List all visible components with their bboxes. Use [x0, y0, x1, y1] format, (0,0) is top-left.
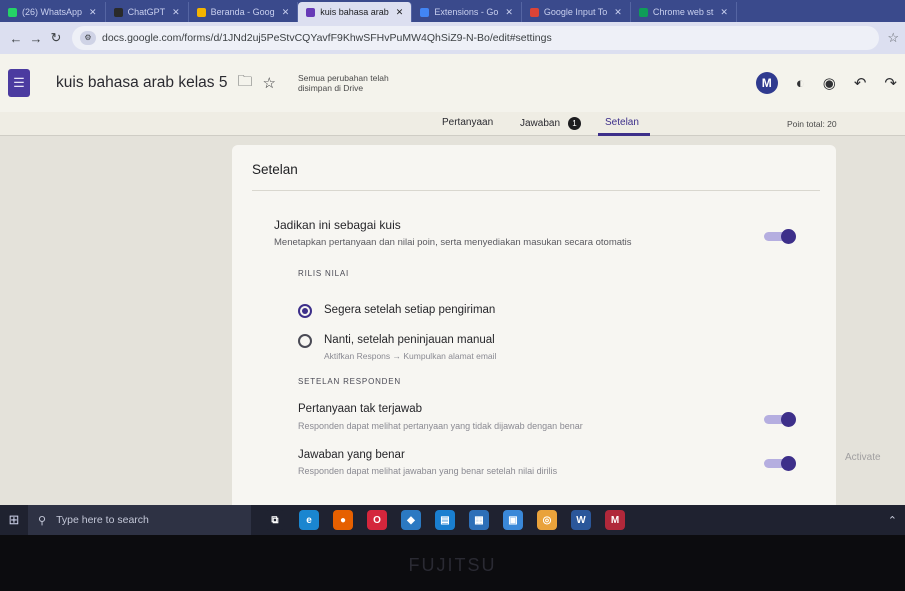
form-title[interactable]: kuis bahasa arab kelas 5: [56, 74, 227, 92]
tab-favicon-icon: [529, 7, 539, 17]
palette-icon[interactable]: ◐: [796, 75, 805, 92]
tab-settings-indicator: [598, 133, 650, 136]
browser-tab-label: Beranda - Goog: [210, 7, 275, 17]
respondent-section-heading: SETELAN RESPONDEN: [298, 377, 401, 386]
save-status-line2: disimpan di Drive: [297, 83, 364, 93]
quiz-toggle[interactable]: [764, 229, 796, 244]
save-status-line1: Semua perubahan telah: [297, 73, 389, 83]
screen: (26) WhatsApp ✕ ChatGPT ✕ Beranda - Goog ✕ kui…: [0, 0, 905, 535]
url-text: docs.google.com/forms/d/1JNd2uj5PeStvCQY…: [102, 32, 552, 44]
settings-title: Setelan: [252, 162, 298, 177]
browser-tab[interactable]: Extensions - Go ✕: [412, 2, 522, 22]
browser-tab-label: ChatGPT: [127, 7, 166, 17]
release-later-radio[interactable]: [298, 334, 312, 348]
save-status: Semua perubahan telah disimpan di Drive: [298, 73, 389, 93]
chrome-icon[interactable]: ◎: [537, 510, 557, 530]
missed-questions-toggle[interactable]: [764, 412, 796, 427]
header-actions: M ◐ ◉ ↶ ↷: [755, 72, 897, 94]
reload-button[interactable]: ↻: [46, 30, 66, 46]
tab-favicon-icon: [8, 7, 17, 17]
bezel-brand: FUJITSU: [408, 555, 497, 575]
release-later-hint[interactable]: Aktifkan Respons → Kumpulkan alamat emai…: [324, 351, 496, 361]
tab-responses-label: Jawaban: [520, 118, 561, 129]
url-input[interactable]: ⚙ docs.google.com/forms/d/1JNd2uj5PeStvC…: [72, 26, 880, 50]
divider: [252, 190, 820, 191]
store-icon[interactable]: ▤: [435, 510, 455, 530]
missed-questions-description: Responden dapat melihat pertanyaan yang …: [298, 421, 583, 431]
release-immediately-radio[interactable]: [298, 304, 312, 318]
correct-answers-label: Jawaban yang benar: [298, 449, 405, 461]
task-view-icon[interactable]: ⧉: [265, 510, 285, 530]
photos-icon[interactable]: ▣: [503, 510, 523, 530]
word-icon[interactable]: W: [571, 510, 591, 530]
app-icon[interactable]: ◆: [401, 510, 421, 530]
browser-tab[interactable]: Beranda - Goog ✕: [189, 2, 299, 22]
back-button[interactable]: ←: [6, 31, 26, 46]
browser-tab[interactable]: Chrome web st ✕: [631, 2, 737, 22]
release-section-heading: RILIS NILAI: [298, 269, 350, 278]
browser-tab[interactable]: Google Input To ✕: [522, 2, 631, 22]
folder-icon[interactable]: 🗀: [237, 71, 252, 96]
tab-favicon-icon: [638, 7, 648, 17]
missed-questions-label: Pertanyaan tak terjawab: [298, 403, 423, 415]
correct-answers-toggle[interactable]: [764, 456, 796, 471]
activate-windows-watermark: Activate: [845, 452, 881, 463]
form-header: ☰ kuis bahasa arab kelas 5 🗀 ☆ Semua per…: [0, 54, 905, 112]
browser-tab-label: Google Input To: [543, 7, 608, 17]
close-tab-icon[interactable]: ✕: [614, 7, 622, 18]
edge-icon[interactable]: e: [299, 510, 319, 530]
taskbar: ⊞ ⚲ Type here to search ⧉ e ● O ◆ ▤ ▦ ▣ ◎ W M ⌃: [0, 505, 905, 535]
close-tab-icon[interactable]: ✕: [89, 7, 97, 18]
browser-tab-label: Extensions - Go: [434, 7, 499, 17]
browser-tab-strip: (26) WhatsApp ✕ ChatGPT ✕ Beranda - Goog ✕ kui…: [0, 0, 905, 22]
taskbar-apps: ⧉ e ● O ◆ ▤ ▦ ▣ ◎ W M: [251, 510, 625, 530]
browser-tab-label: (26) WhatsApp: [22, 7, 83, 17]
forms-logo-icon[interactable]: ☰: [8, 69, 30, 97]
tab-favicon-icon: [113, 7, 123, 17]
tab-settings[interactable]: Setelan: [605, 117, 639, 128]
calculator-icon[interactable]: ▦: [469, 510, 489, 530]
search-icon: ⚲: [38, 514, 47, 527]
browser-tab-label: Chrome web st: [652, 7, 714, 17]
browser-tab[interactable]: (26) WhatsApp ✕: [0, 2, 106, 22]
undo-icon[interactable]: ↶: [854, 74, 867, 92]
close-tab-icon[interactable]: ✕: [282, 7, 290, 18]
redo-icon[interactable]: ↷: [884, 74, 897, 92]
quiz-setting-description: Menetapkan pertanyaan dan nilai poin, se…: [274, 237, 632, 248]
close-tab-icon[interactable]: ✕: [172, 7, 180, 18]
close-tab-icon[interactable]: ✕: [396, 7, 404, 18]
tab-favicon-icon: [420, 7, 430, 17]
star-icon[interactable]: ☆: [262, 74, 275, 92]
taskbar-search-input[interactable]: ⚲ Type here to search: [28, 505, 251, 535]
correct-answers-description: Responden dapat melihat jawaban yang ben…: [298, 466, 558, 476]
release-later-label[interactable]: Nanti, setelah peninjauan manual: [324, 334, 495, 346]
address-bar: ← → ↻ ⚙ docs.google.com/forms/d/1JNd2uj5…: [0, 22, 905, 54]
opera-icon[interactable]: O: [367, 510, 387, 530]
tab-favicon-icon: [196, 7, 206, 17]
close-tab-icon[interactable]: ✕: [720, 7, 728, 18]
preview-icon[interactable]: ◉: [823, 74, 836, 92]
responses-count-badge: 1: [568, 117, 582, 130]
browser-tab-label: kuis bahasa arab: [320, 7, 389, 17]
quiz-setting-label: Jadikan ini sebagai kuis: [274, 218, 401, 232]
chevron-up-icon[interactable]: ⌃: [888, 514, 897, 527]
tab-questions[interactable]: Pertanyaan: [442, 117, 493, 128]
close-tab-icon[interactable]: ✕: [505, 7, 513, 18]
settings-card: Setelan Jadikan ini sebagai kuis Menetap…: [232, 145, 836, 515]
app-red-icon[interactable]: M: [605, 510, 625, 530]
release-immediately-label[interactable]: Segera setelah setiap pengiriman: [324, 304, 495, 316]
form-tabs: Pertanyaan Jawaban 1 Setelan Poin total: …: [0, 112, 905, 136]
taskbar-search-placeholder: Type here to search: [56, 514, 149, 526]
points-total: Poin total: 20: [787, 119, 837, 129]
browser-tab[interactable]: ChatGPT ✕: [106, 2, 189, 22]
bookmark-star-icon[interactable]: ☆: [887, 30, 899, 46]
tab-favicon-icon: [306, 7, 316, 17]
extension-icon[interactable]: M: [755, 72, 778, 94]
firefox-icon[interactable]: ●: [333, 510, 353, 530]
start-button[interactable]: ⊞: [0, 505, 28, 535]
tab-responses[interactable]: Jawaban 1: [520, 117, 582, 130]
browser-tab[interactable]: kuis bahasa arab ✕: [298, 2, 413, 22]
site-info-icon[interactable]: ⚙: [80, 31, 96, 45]
forward-button[interactable]: →: [26, 31, 46, 46]
